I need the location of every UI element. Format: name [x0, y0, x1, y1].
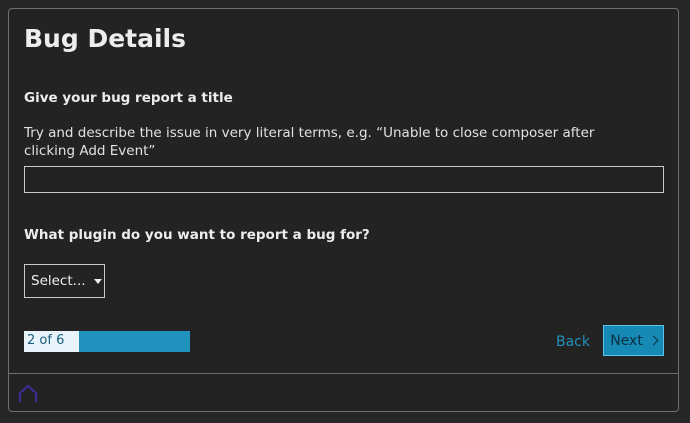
caret-down-icon: [93, 279, 102, 284]
bug-title-input[interactable]: [24, 166, 664, 193]
bug-title-label: Give your bug report a title: [24, 90, 233, 106]
bug-title-description: Try and describe the issue in very liter…: [24, 125, 595, 159]
plugin-select-dropdown[interactable]: Select...: [24, 264, 105, 298]
plugin-select-value: Select...: [31, 273, 86, 289]
plugin-select-label: What plugin do you want to report a bug …: [24, 227, 370, 243]
next-button[interactable]: Next: [603, 325, 664, 356]
footer-divider: [9, 373, 678, 374]
chevron-right-icon: [648, 335, 659, 346]
next-button-label: Next: [610, 332, 643, 349]
home-logo-icon: [18, 385, 38, 402]
bug-details-panel: Bug Details Give your bug report a title…: [8, 8, 679, 412]
back-button[interactable]: Back: [556, 334, 590, 350]
progress-text: 2 of 6: [27, 333, 65, 348]
page-title: Bug Details: [24, 24, 186, 53]
progress-bar: 2 of 6: [24, 331, 190, 352]
